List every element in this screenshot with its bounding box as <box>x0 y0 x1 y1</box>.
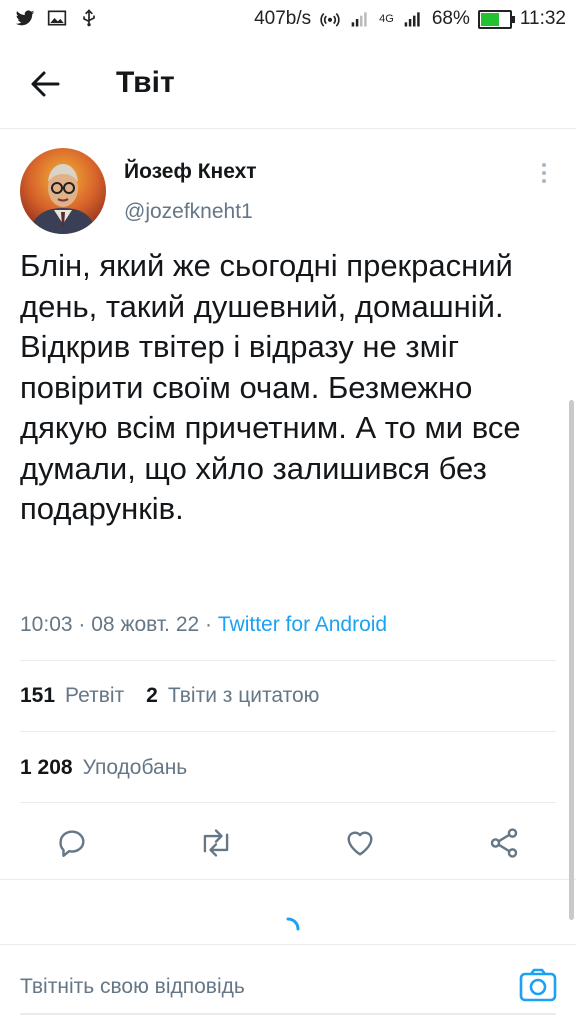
twitter-icon <box>15 10 35 26</box>
divider <box>20 802 556 803</box>
action-bar <box>0 805 576 879</box>
meta-separator: · <box>78 613 86 636</box>
reply-underline <box>20 1013 556 1015</box>
status-bar: 407b/s 4G 68% 11:32 <box>0 0 576 40</box>
avatar-portrait <box>20 148 106 234</box>
tweet-time: 10:03 <box>20 613 73 636</box>
reply-icon <box>59 830 85 857</box>
usb-icon <box>83 9 95 27</box>
author-name[interactable]: Йозеф Кнехт <box>124 160 257 184</box>
clock: 11:32 <box>519 8 566 29</box>
likes-count: 1 208 <box>20 756 73 779</box>
like-button[interactable] <box>340 823 380 863</box>
more-vertical-icon <box>534 163 554 183</box>
divider <box>20 731 556 732</box>
retweet-button[interactable] <box>196 823 236 863</box>
tweet-date: 08 жовт. 22 <box>91 613 200 636</box>
likes-stat[interactable]: 1 208 Уподобань <box>20 756 187 780</box>
hotspot-icon <box>320 12 340 27</box>
page-title: Твіт <box>116 66 175 99</box>
quotes-label: Твіти з цитатою <box>167 684 320 707</box>
scrollbar[interactable] <box>569 400 574 920</box>
avatar[interactable] <box>20 148 106 234</box>
battery-percent: 68% <box>431 8 470 29</box>
net-speed: 407b/s <box>254 8 312 29</box>
divider <box>20 660 556 661</box>
network-type: 4G <box>379 13 394 25</box>
back-button[interactable] <box>24 64 68 104</box>
retweets-stat[interactable]: 151 Ретвіт <box>20 684 124 708</box>
signal-4g-icon <box>404 12 420 27</box>
author-handle[interactable]: @jozefkneht1 <box>124 200 253 224</box>
quotes-stat[interactable]: 2 Твіти з цитатою <box>146 684 319 708</box>
tweet-text: Блін, який же сьогодні прекрасний день, … <box>20 248 521 526</box>
more-options-button[interactable] <box>534 160 554 188</box>
retweet-icon <box>203 829 229 857</box>
likes-label: Уподобань <box>82 756 188 779</box>
share-button[interactable] <box>484 823 524 863</box>
header-bar: Твіт <box>0 40 576 129</box>
arrow-left-icon <box>31 71 60 97</box>
loading-spinner-icon <box>286 917 300 931</box>
like-stats: 1 208 Уподобань <box>20 756 187 780</box>
divider <box>0 879 576 880</box>
retweet-stats: 151 Ретвіт 2 Твіти з цитатою <box>20 684 319 708</box>
gallery-icon <box>47 10 67 26</box>
status-bar-left <box>14 8 100 28</box>
battery-icon <box>477 9 515 29</box>
signal-icon <box>351 12 367 27</box>
quotes-count: 2 <box>146 684 158 707</box>
reply-button[interactable] <box>52 823 92 863</box>
meta-separator: · <box>205 613 213 636</box>
reply-bar <box>0 944 576 1025</box>
like-icon <box>347 831 373 856</box>
camera-button[interactable] <box>518 967 558 1003</box>
share-icon <box>490 828 518 858</box>
tweet-meta: 10:03 · 08 жовт. 22 · Twitter for Androi… <box>20 613 387 637</box>
retweets-label: Ретвіт <box>65 684 125 707</box>
battery-fill <box>480 12 499 26</box>
tweet-source-link[interactable]: Twitter for Android <box>218 613 387 636</box>
status-bar-right: 407b/s 4G 68% 11:32 <box>254 8 566 30</box>
reply-input[interactable] <box>20 959 500 1015</box>
camera-icon <box>519 968 557 1002</box>
retweets-count: 151 <box>20 684 56 707</box>
